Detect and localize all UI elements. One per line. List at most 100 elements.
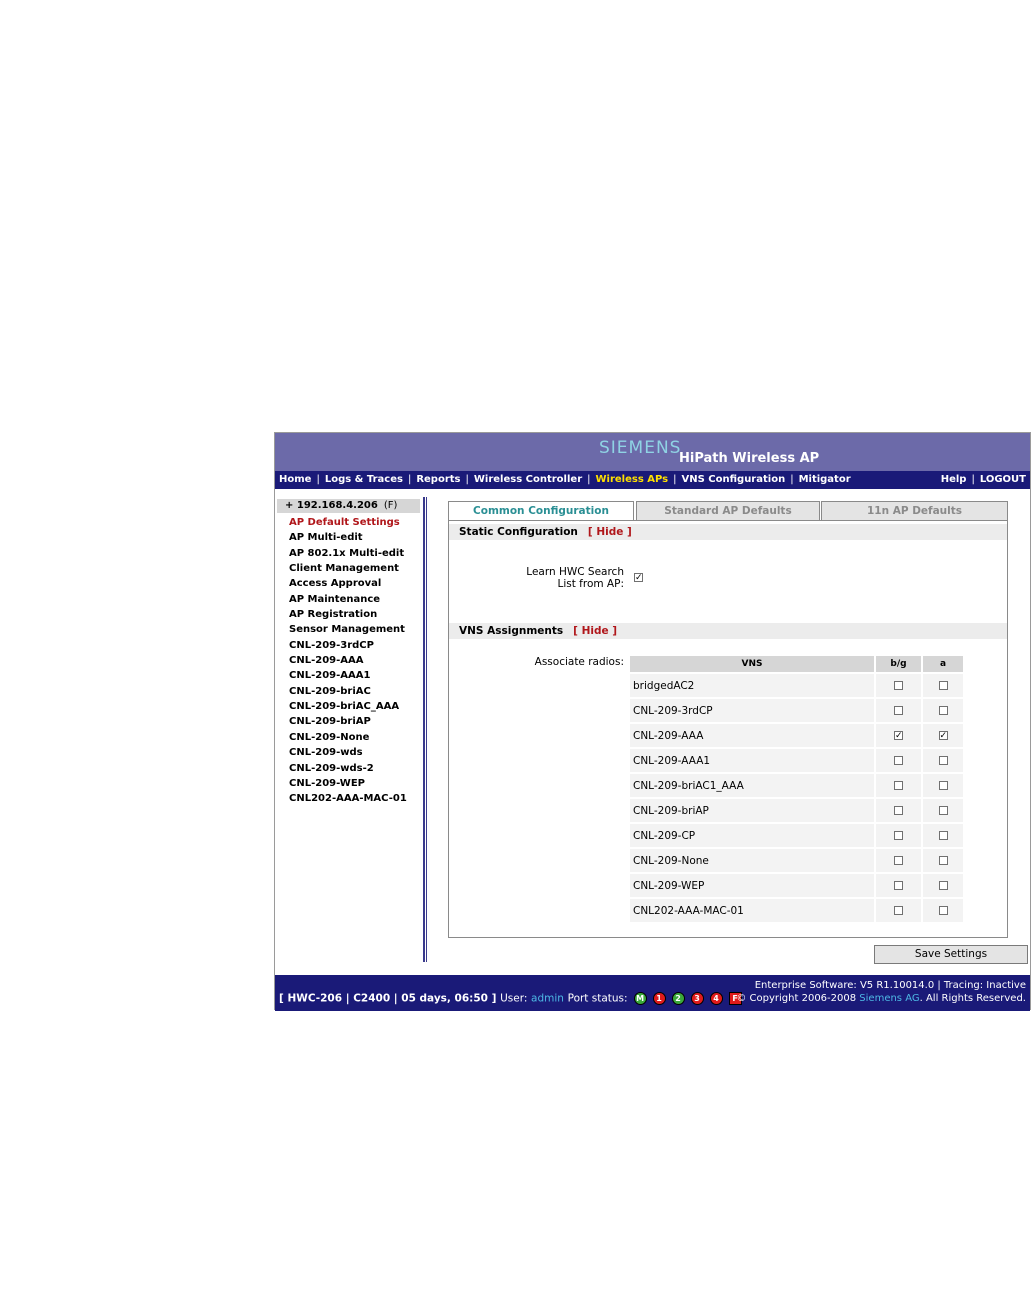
table-row: CNL202-AAA-MAC-01: [630, 899, 963, 922]
a-checkbox[interactable]: [938, 881, 948, 890]
vns-name: CNL-209-AAA1: [630, 749, 874, 772]
static-config-hide-link[interactable]: [ Hide ]: [588, 526, 632, 538]
top-nav: Home | Logs & Traces | Reports | Wireless Cont…: [275, 471, 1030, 489]
sidebar-item[interactable]: CNL-209-briAP: [289, 714, 421, 729]
sidebar-item[interactable]: AP Maintenance: [289, 592, 421, 607]
vns-name: bridgedAC2: [630, 674, 874, 697]
a-checkbox[interactable]: [938, 706, 948, 715]
vns-column-header: VNS: [630, 656, 874, 672]
divider: [423, 497, 425, 962]
footer-status: [ HWC-206 | C2400 | 05 days, 06:50 ] Use…: [279, 992, 742, 1005]
nav-home[interactable]: Home: [279, 474, 311, 485]
copyright-suffix: . All Rights Reserved.: [919, 993, 1026, 1004]
copyright-text: © Copyright 2006-2008: [736, 993, 857, 1004]
vns-name: CNL-209-None: [630, 849, 874, 872]
bg-cell: [876, 699, 921, 722]
nav-logout[interactable]: LOGOUT: [980, 474, 1026, 485]
table-row: CNL-209-AAA ✓ ✓: [630, 724, 963, 747]
static-config-header: Static Configuration [ Hide ]: [449, 524, 1007, 540]
sidebar-item[interactable]: AP Registration: [289, 607, 421, 622]
a-checkbox[interactable]: [938, 906, 948, 915]
sidebar-item[interactable]: AP Multi-edit: [289, 530, 421, 545]
tab-11n-ap-defaults[interactable]: 11n AP Defaults: [821, 501, 1008, 521]
nav-vns-configuration[interactable]: VNS Configuration: [682, 474, 786, 485]
bg-checkbox[interactable]: ✓: [894, 731, 903, 741]
copyright: © Copyright 2006-2008 Siemens AG. All Ri…: [736, 992, 1026, 1005]
sidebar-item[interactable]: CNL202-AAA-MAC-01: [289, 791, 421, 806]
sidebar-item[interactable]: AP Default Settings: [289, 515, 421, 530]
sidebar-item[interactable]: CNL-209-3rdCP: [289, 638, 421, 653]
bg-checkbox[interactable]: [894, 806, 903, 815]
software-version: Enterprise Software: V5 R1.10014.0 | Tra…: [754, 980, 1026, 991]
sidebar-item[interactable]: Client Management: [289, 561, 421, 576]
vns-assign-header: VNS Assignments [ Hide ]: [449, 623, 1007, 639]
bg-checkbox[interactable]: [894, 906, 903, 915]
a-checkbox[interactable]: ✓: [938, 731, 948, 741]
a-checkbox[interactable]: [938, 856, 948, 865]
nav-logs-traces[interactable]: Logs & Traces: [325, 474, 403, 485]
save-settings-button[interactable]: Save Settings: [874, 945, 1028, 964]
learn-hwc-label-line1: Learn HWC Search: [526, 566, 624, 578]
sidebar-item[interactable]: Access Approval: [289, 576, 421, 591]
sidebar-root-flag: (F): [383, 500, 398, 511]
sidebar-item[interactable]: CNL-209-WEP: [289, 776, 421, 791]
sidebar-item[interactable]: Sensor Management: [289, 622, 421, 637]
static-config-title: Static Configuration: [459, 526, 578, 538]
vns-assign-hide-link[interactable]: [ Hide ]: [573, 625, 617, 637]
vns-name: CNL-209-briAC1_AAA: [630, 774, 874, 797]
table-row: CNL-209-CP: [630, 824, 963, 847]
bg-checkbox[interactable]: [894, 856, 903, 865]
nav-reports[interactable]: Reports: [416, 474, 460, 485]
product-title: HiPath Wireless AP: [679, 451, 820, 466]
bg-checkbox[interactable]: [894, 831, 903, 840]
table-row: bridgedAC2: [630, 674, 963, 697]
sidebar-item[interactable]: CNL-209-None: [289, 730, 421, 745]
user-label: User:: [500, 992, 528, 1005]
bg-checkbox[interactable]: [894, 756, 903, 765]
bg-checkbox[interactable]: [894, 881, 903, 890]
learn-hwc-checkbox[interactable]: ✓: [634, 573, 643, 583]
bg-column-header: b/g: [876, 656, 921, 672]
sidebar-item[interactable]: CNL-209-wds: [289, 745, 421, 760]
nav-mitigator[interactable]: Mitigator: [799, 474, 851, 485]
sidebar-item[interactable]: CNL-209-briAC: [289, 684, 421, 699]
learn-hwc-label-line2: List from AP:: [557, 578, 624, 590]
nav-wireless-controller[interactable]: Wireless Controller: [474, 474, 582, 485]
vns-name: CNL202-AAA-MAC-01: [630, 899, 874, 922]
a-cell: [923, 824, 963, 847]
divider: [426, 497, 427, 962]
bg-cell: [876, 849, 921, 872]
sidebar-item[interactable]: CNL-209-AAA1: [289, 668, 421, 683]
table-row: CNL-209-AAA1: [630, 749, 963, 772]
config-panel: Static Configuration [ Hide ] Learn HWC S…: [448, 520, 1008, 938]
user-link[interactable]: admin: [531, 993, 564, 1005]
tab-standard-ap-defaults[interactable]: Standard AP Defaults: [636, 501, 820, 521]
a-cell: [923, 799, 963, 822]
a-checkbox[interactable]: [938, 831, 948, 840]
a-cell: ✓: [923, 724, 963, 747]
vns-name: CNL-209-WEP: [630, 874, 874, 897]
vns-name: CNL-209-CP: [630, 824, 874, 847]
vns-assign-title: VNS Assignments: [459, 625, 564, 637]
sidebar-root-node[interactable]: + 192.168.4.206 (F): [277, 499, 420, 513]
company-link[interactable]: Siemens AG: [859, 993, 919, 1004]
a-cell: [923, 849, 963, 872]
bg-checkbox[interactable]: [894, 681, 903, 690]
nav-help[interactable]: Help: [941, 474, 967, 485]
nav-wireless-aps[interactable]: Wireless APs: [596, 474, 669, 485]
bg-checkbox[interactable]: [894, 706, 903, 715]
table-row: CNL-209-briAC1_AAA: [630, 774, 963, 797]
a-cell: [923, 774, 963, 797]
sidebar-item[interactable]: CNL-209-AAA: [289, 653, 421, 668]
sidebar-item[interactable]: AP 802.1x Multi-edit: [289, 546, 421, 561]
a-checkbox[interactable]: [938, 756, 948, 765]
bg-cell: [876, 874, 921, 897]
port-status-4-icon: 4: [709, 992, 723, 1005]
sidebar-item[interactable]: CNL-209-briAC_AAA: [289, 699, 421, 714]
tab-common-configuration[interactable]: Common Configuration: [448, 501, 634, 521]
bg-checkbox[interactable]: [894, 781, 903, 790]
a-checkbox[interactable]: [938, 781, 948, 790]
a-checkbox[interactable]: [938, 681, 948, 690]
a-checkbox[interactable]: [938, 806, 948, 815]
sidebar-item[interactable]: CNL-209-wds-2: [289, 761, 421, 776]
